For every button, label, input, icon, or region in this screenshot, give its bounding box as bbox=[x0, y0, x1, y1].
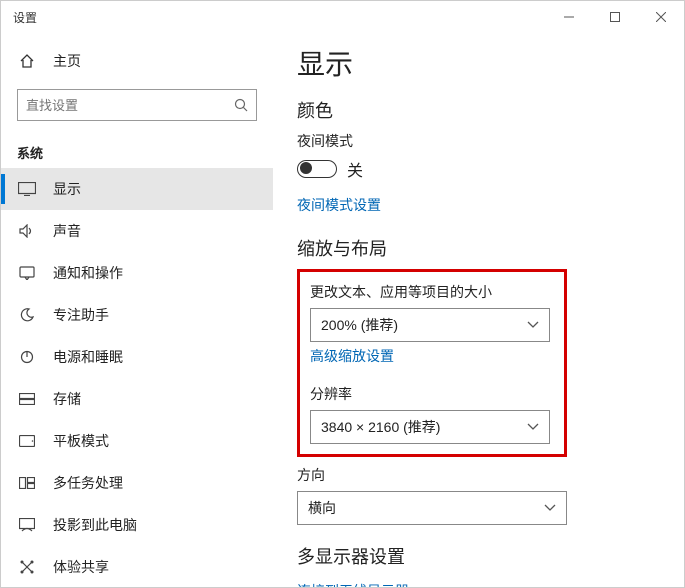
sidebar-item-storage[interactable]: 存储 bbox=[1, 378, 273, 420]
sidebar-item-shared[interactable]: 体验共享 bbox=[1, 546, 273, 587]
toggle-knob bbox=[300, 162, 312, 174]
projecting-icon bbox=[17, 518, 37, 532]
scale-label: 更改文本、应用等项目的大小 bbox=[310, 282, 554, 302]
resolution-value: 3840 × 2160 (推荐) bbox=[321, 417, 440, 437]
settings-window: 设置 主页 bbox=[0, 0, 685, 588]
titlebar: 设置 bbox=[1, 1, 684, 33]
sidebar-item-label: 平板模式 bbox=[53, 431, 109, 451]
home-button[interactable]: 主页 bbox=[1, 41, 273, 81]
sidebar-item-sound[interactable]: 声音 bbox=[1, 210, 273, 252]
storage-icon bbox=[17, 393, 37, 405]
sidebar-item-notifications[interactable]: 通知和操作 bbox=[1, 252, 273, 294]
minimize-button[interactable] bbox=[546, 1, 592, 33]
home-icon bbox=[17, 53, 37, 69]
sidebar-item-focus[interactable]: 专注助手 bbox=[1, 294, 273, 336]
display-icon bbox=[17, 182, 37, 196]
section-multi-heading: 多显示器设置 bbox=[297, 543, 660, 569]
multitask-icon bbox=[17, 477, 37, 489]
sidebar-item-label: 专注助手 bbox=[53, 305, 109, 325]
sound-icon bbox=[17, 224, 37, 238]
scale-value: 200% (推荐) bbox=[321, 315, 398, 335]
night-mode-state: 关 bbox=[347, 157, 363, 181]
main-panel: 显示 颜色 夜间模式 关 夜间模式设置 缩放与布局 更改文本、应用等项目的大小 … bbox=[273, 33, 684, 587]
resolution-label: 分辨率 bbox=[310, 384, 554, 404]
sidebar-item-label: 显示 bbox=[53, 179, 81, 199]
search-wrap bbox=[1, 81, 273, 133]
sidebar-item-projecting[interactable]: 投影到此电脑 bbox=[1, 504, 273, 546]
chevron-down-icon bbox=[527, 321, 539, 329]
moon-icon bbox=[17, 308, 37, 322]
sidebar-item-label: 电源和睡眠 bbox=[53, 347, 123, 367]
search-box[interactable] bbox=[17, 89, 257, 121]
sidebar-item-label: 多任务处理 bbox=[53, 473, 123, 493]
home-label: 主页 bbox=[53, 51, 81, 71]
notifications-icon bbox=[17, 266, 37, 280]
resolution-dropdown[interactable]: 3840 × 2160 (推荐) bbox=[310, 410, 550, 444]
night-mode-row: 关 bbox=[297, 157, 660, 181]
sidebar-item-tablet[interactable]: 平板模式 bbox=[1, 420, 273, 462]
section-scale-heading: 缩放与布局 bbox=[297, 235, 660, 261]
orientation-label: 方向 bbox=[297, 465, 660, 485]
sidebar-item-label: 投影到此电脑 bbox=[53, 515, 137, 535]
sidebar-item-label: 存储 bbox=[53, 389, 81, 409]
orientation-dropdown[interactable]: 横向 bbox=[297, 491, 567, 525]
sidebar-item-multitask[interactable]: 多任务处理 bbox=[1, 462, 273, 504]
night-mode-label: 夜间模式 bbox=[297, 131, 660, 151]
power-icon bbox=[17, 350, 37, 364]
scale-dropdown[interactable]: 200% (推荐) bbox=[310, 308, 550, 342]
window-title: 设置 bbox=[13, 9, 546, 26]
shared-icon bbox=[17, 560, 37, 574]
page-title: 显示 bbox=[297, 43, 660, 83]
night-mode-settings-link[interactable]: 夜间模式设置 bbox=[297, 195, 381, 215]
night-mode-toggle[interactable] bbox=[297, 160, 337, 178]
sidebar-item-label: 通知和操作 bbox=[53, 263, 123, 283]
sidebar: 主页 系统 显示 声音 通知和操作 bbox=[1, 33, 273, 587]
close-button[interactable] bbox=[638, 1, 684, 33]
search-icon bbox=[234, 98, 248, 112]
content-area: 主页 系统 显示 声音 通知和操作 bbox=[1, 33, 684, 587]
section-header-system: 系统 bbox=[1, 133, 273, 168]
maximize-button[interactable] bbox=[592, 1, 638, 33]
search-input[interactable] bbox=[26, 98, 234, 113]
chevron-down-icon bbox=[527, 423, 539, 431]
chevron-down-icon bbox=[544, 504, 556, 512]
highlight-box: 更改文本、应用等项目的大小 200% (推荐) 高级缩放设置 分辨率 3840 … bbox=[297, 269, 567, 457]
sidebar-item-power[interactable]: 电源和睡眠 bbox=[1, 336, 273, 378]
wireless-display-link[interactable]: 连接到无线显示器 bbox=[297, 581, 409, 587]
sidebar-item-label: 声音 bbox=[53, 221, 81, 241]
sidebar-item-label: 体验共享 bbox=[53, 557, 109, 577]
sidebar-item-display[interactable]: 显示 bbox=[1, 168, 273, 210]
advanced-scale-link[interactable]: 高级缩放设置 bbox=[310, 346, 394, 366]
section-color-heading: 颜色 bbox=[297, 97, 660, 123]
tablet-icon bbox=[17, 435, 37, 447]
orientation-value: 横向 bbox=[308, 498, 336, 518]
